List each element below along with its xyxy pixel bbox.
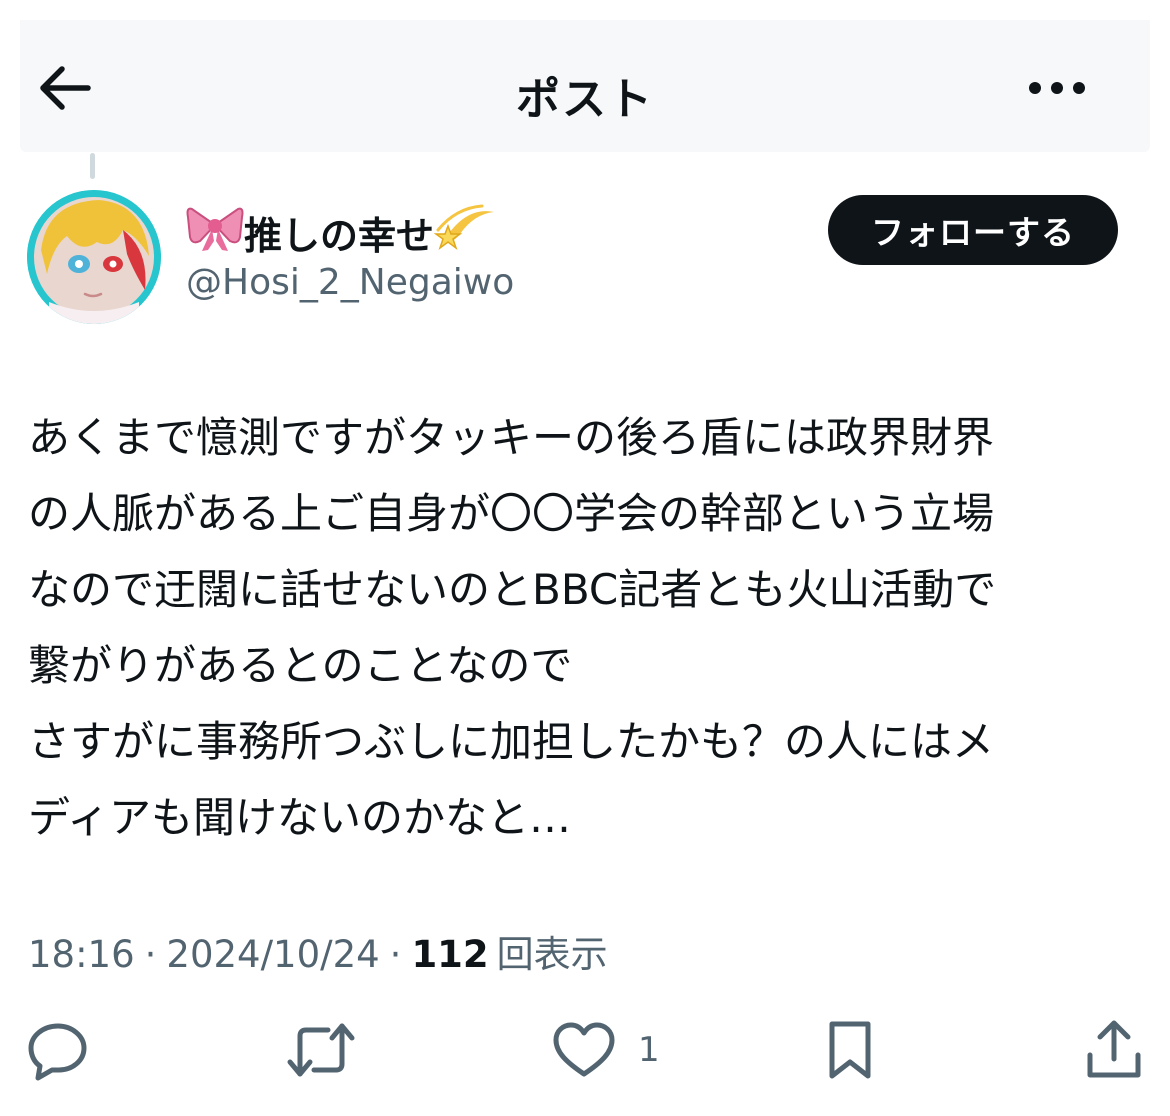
page-title: ポスト [516, 74, 654, 125]
post-text-line: なので迂闊に話せないのとBBC記者とも火山活動で [28, 565, 997, 614]
bookmark-button[interactable] [824, 1012, 876, 1088]
post-text-line: 繋がりがあるとのことなので [28, 641, 573, 690]
follow-button[interactable]: フォローする [828, 195, 1118, 265]
like-button[interactable]: 1 [552, 1012, 660, 1088]
post-metadata: 18:16 · 2024/10/24 · 112 回表示 [28, 924, 608, 978]
post-text: あくまで憶測ですがタッキーの後ろ盾には政界財界 の人脈がある上ご自身が〇〇学会の… [28, 400, 1148, 856]
share-icon [1087, 1020, 1141, 1078]
heart-icon [553, 1022, 615, 1077]
post-text-line: さすがに事務所つぶしに加担したかも？の人にはメ [28, 717, 995, 766]
more-horizontal-icon [1029, 82, 1085, 94]
views-count: 112 [411, 933, 489, 976]
top-app-bar: ポスト [20, 20, 1150, 152]
post-text-line: あくまで憶測ですがタッキーの後ろ盾には政界財界 [28, 413, 995, 462]
author-display-name[interactable]: 推しの幸せ [186, 204, 498, 260]
ribbon-emoji-icon [186, 203, 244, 262]
action-bar: 1 [0, 1012, 1170, 1092]
post-text-line: ディアも聞けないのかなと… [28, 793, 572, 842]
like-count: 1 [638, 1030, 660, 1070]
repost-icon [287, 1023, 355, 1077]
reply-icon [28, 1023, 87, 1081]
post-text-line: の人脈がある上ご自身が〇〇学会の幹部という立場 [28, 489, 995, 538]
share-button[interactable] [1084, 1012, 1144, 1088]
separator-dot: · [389, 933, 402, 976]
bookmark-icon [829, 1021, 871, 1079]
repost-button[interactable] [286, 1012, 356, 1088]
author-name-text: 推しの幸せ [244, 213, 435, 258]
views-label: 回表示 [496, 933, 608, 976]
dizzy-star-emoji-icon [433, 200, 498, 265]
reply-button[interactable] [26, 1012, 90, 1088]
author-handle[interactable]: @Hosi_2_Negaiwo [186, 262, 514, 303]
more-options-button[interactable] [1026, 70, 1088, 106]
avatar[interactable] [27, 190, 161, 324]
post-time[interactable]: 18:16 [28, 933, 135, 976]
post-date[interactable]: 2024/10/24 [166, 933, 379, 976]
separator-dot: · [144, 933, 157, 976]
thread-connector-line [90, 153, 95, 179]
